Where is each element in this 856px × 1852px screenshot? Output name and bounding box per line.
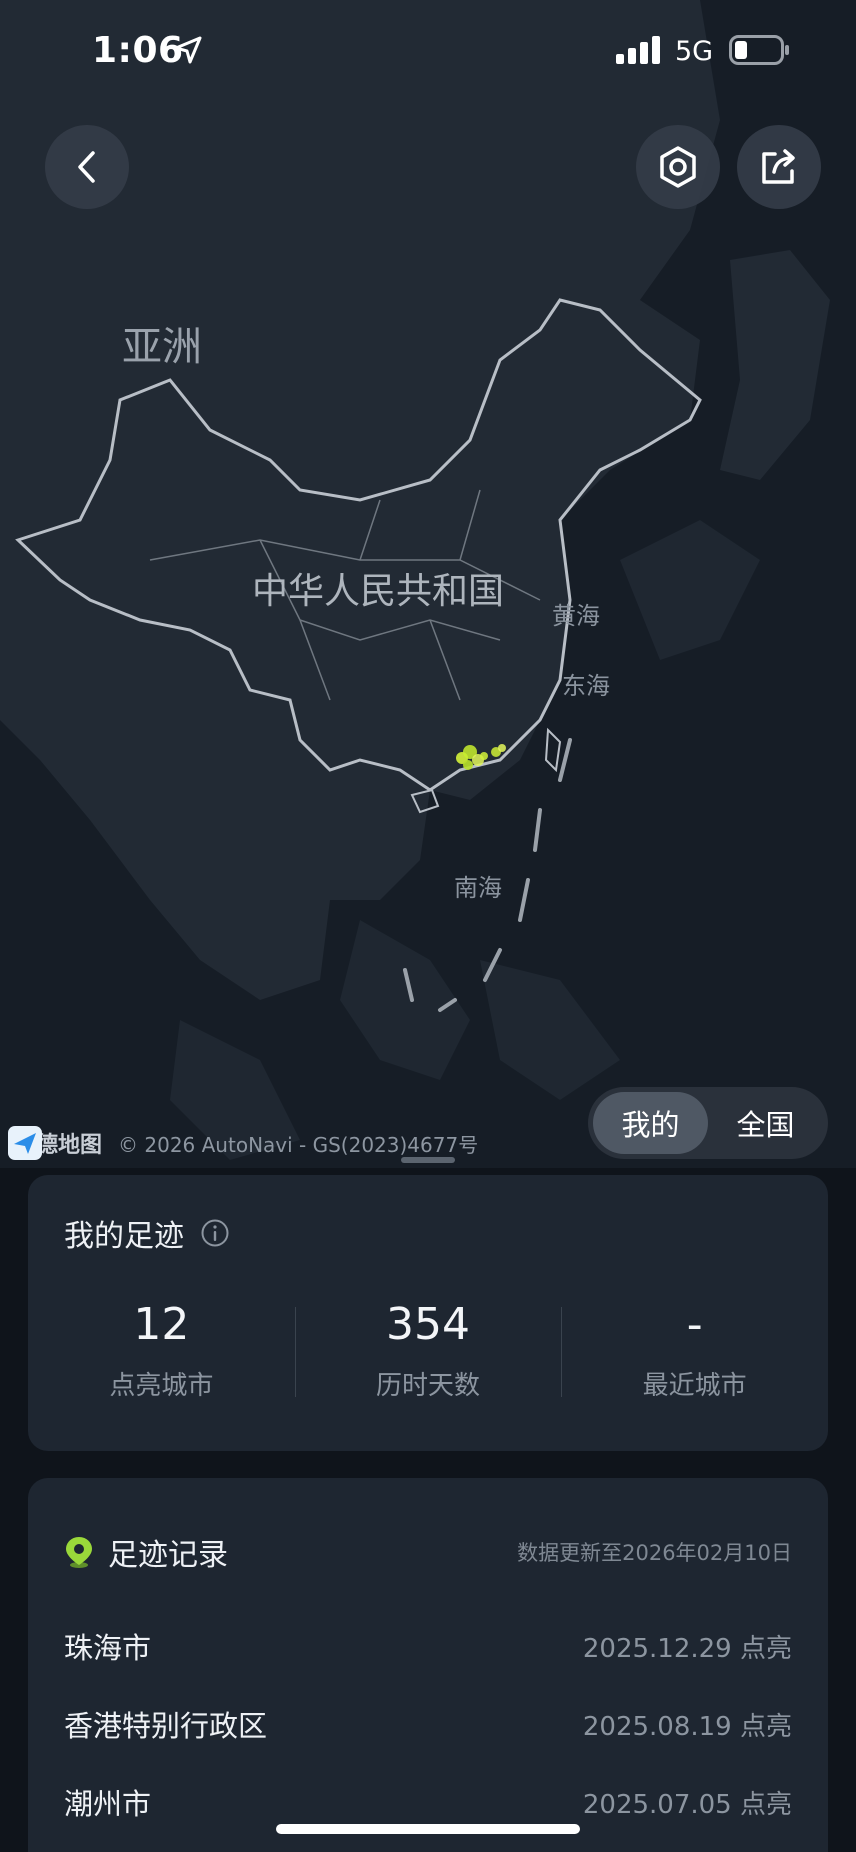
home-indicator[interactable]	[276, 1824, 580, 1834]
toggle-mine[interactable]: 我的	[593, 1092, 708, 1154]
footprint-card-title: 我的足迹	[64, 1219, 184, 1254]
record-city: 珠海市	[64, 1631, 152, 1665]
stat-days: 354 历时天数	[294, 1295, 562, 1405]
records-updated-date: 数据更新至2026年02月10日	[517, 1541, 792, 1565]
location-pin-icon	[66, 1537, 92, 1568]
signal-icon	[616, 36, 660, 64]
map-attribution: 高德地图 © 2026 AutoNavi - GS(2023)4677号	[8, 1126, 478, 1160]
battery-icon	[729, 35, 789, 65]
footprint-summary-card: 我的足迹 12 点亮城市 354 历时天数 - 最近城市	[28, 1175, 828, 1451]
location-arrow-icon	[174, 36, 202, 64]
amap-logo-icon	[8, 1126, 42, 1160]
back-button[interactable]	[45, 125, 129, 209]
stat-recent-city-label: 最近城市	[642, 1371, 747, 1401]
record-row[interactable]: 潮州市 2025.07.05 点亮	[64, 1782, 792, 1822]
map-label-continent: 亚洲	[122, 324, 202, 370]
map-view[interactable]: 亚洲 中华人民共和国 黄海 东海 南海 高德地图 © 2026 AutoNavi…	[0, 0, 856, 1180]
share-icon	[762, 149, 795, 184]
record-row[interactable]: 珠海市 2025.12.29 点亮	[64, 1626, 792, 1666]
record-city: 潮州市	[64, 1787, 152, 1821]
chevron-left-icon	[78, 151, 95, 183]
stat-recent-city: - 最近城市	[561, 1295, 828, 1405]
record-date: 2025.08.19 点亮	[582, 1711, 792, 1742]
info-icon[interactable]	[200, 1218, 230, 1248]
network-type: 5G	[675, 36, 714, 67]
record-date: 2025.07.05 点亮	[582, 1789, 792, 1820]
map-label-south-sea: 南海	[454, 874, 502, 902]
stat-days-value: 354	[386, 1299, 470, 1350]
record-row[interactable]: 香港特别行政区 2025.08.19 点亮	[64, 1704, 792, 1744]
sheet-drag-handle[interactable]	[401, 1157, 455, 1163]
record-city: 香港特别行政区	[64, 1709, 268, 1743]
share-button[interactable]	[737, 125, 821, 209]
status-bar: 1:06 5G	[0, 0, 856, 100]
stat-lit-cities: 12 点亮城市	[28, 1295, 295, 1405]
scope-toggle[interactable]: 我的 全国	[588, 1087, 828, 1159]
map-label-yellow-sea: 黄海	[552, 602, 600, 630]
hexagon-settings-icon	[660, 146, 696, 188]
map-label-east-sea: 东海	[562, 672, 610, 700]
stat-lit-cities-label: 点亮城市	[109, 1371, 214, 1401]
stat-lit-cities-value: 12	[133, 1299, 190, 1350]
stat-days-label: 历时天数	[376, 1371, 481, 1401]
footprint-records-card: 足迹记录 数据更新至2026年02月10日 珠海市 2025.12.29 点亮 …	[28, 1478, 828, 1852]
settings-button[interactable]	[636, 125, 720, 209]
records-card-title: 足迹记录	[108, 1538, 228, 1573]
toggle-national[interactable]: 全国	[708, 1092, 823, 1154]
map-label-country: 中华人民共和国	[252, 571, 505, 612]
stat-recent-city-value: -	[686, 1299, 703, 1350]
status-time: 1:06	[92, 30, 184, 71]
map-copyright: © 2026 AutoNavi - GS(2023)4677号	[118, 1132, 479, 1157]
record-date: 2025.12.29 点亮	[582, 1633, 792, 1664]
